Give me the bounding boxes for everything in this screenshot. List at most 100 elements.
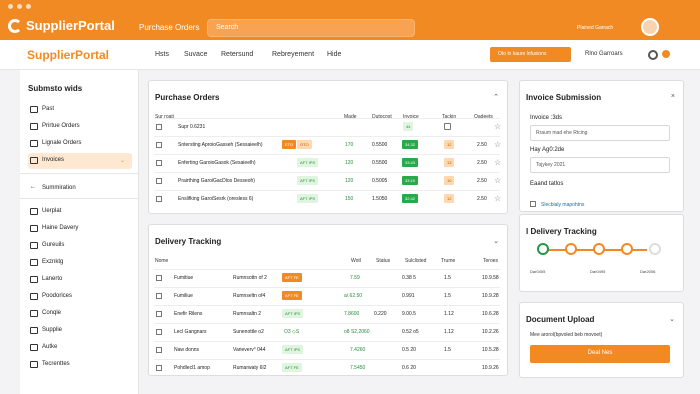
table-row[interactable]: Enferting GaroioGasok (Sesaieelh) AFT IPS… — [154, 154, 501, 171]
star-icon[interactable]: ☆ — [494, 140, 501, 149]
table-row[interactable]: Pohdlecl1 amop Rumarwaty 6l2 AFT FE 7.5450 0… — [154, 359, 500, 376]
table-row[interactable]: Prairthing GaroiGacDlos Desseoh) AFT IPS 1… — [154, 172, 501, 189]
row-checkbox[interactable] — [156, 311, 162, 317]
sidebar-item-invoices[interactable]: Invoices ⌄ — [28, 153, 132, 169]
row-checkbox[interactable] — [156, 142, 162, 148]
invoice-submission-title: Invoice Submission — [526, 93, 602, 102]
upload-button[interactable]: Deal Nes — [530, 345, 670, 363]
delivery-tracking-title: Delivery Tracking — [155, 237, 222, 246]
settings-icon — [30, 344, 38, 351]
table-row[interactable]: Naw donns Varieverv° 044 AFT IPS 7.4260 0.5 … — [154, 341, 500, 358]
sidebar-section-summiration[interactable]: ← Summiration — [28, 181, 132, 197]
sidebar-item-uerplat[interactable]: Uerplat — [28, 204, 132, 220]
orders-icon — [30, 123, 38, 130]
checkbox[interactable] — [530, 201, 536, 207]
row-checkbox[interactable] — [156, 293, 162, 299]
sidebar-item-poodorices[interactable]: Poodorices — [28, 289, 132, 305]
sidebar-item-tecrenttes[interactable]: Tecrenttes — [28, 357, 132, 373]
tracking-step[interactable] — [593, 243, 605, 255]
table-icon — [30, 361, 38, 368]
invoice-number-field[interactable]: Rraum mad ehe Rtcing — [530, 125, 670, 141]
sidebar-item-autke[interactable]: Autke — [28, 340, 132, 356]
chevron-down-icon[interactable]: ⌄ — [493, 237, 499, 245]
sidebar-item-signal-orders[interactable]: Lignale Orders — [28, 136, 132, 152]
column-sulclisted[interactable]: Sulclisted — [405, 258, 426, 264]
row-checkbox[interactable] — [156, 124, 162, 130]
date-field[interactable]: Tojykey 2021 — [530, 157, 670, 173]
purchase-orders-card: Purchase Orders ⌃ Sur roati Made Dutocost I… — [148, 80, 508, 214]
status-badge: AFT IPS — [297, 158, 319, 167]
supplier-portal-logo[interactable]: SupplierPortal — [8, 18, 115, 33]
row-checkbox[interactable] — [156, 329, 162, 335]
chart-icon — [30, 208, 38, 215]
tracking-step[interactable] — [621, 243, 633, 255]
table-row[interactable]: Enefir Rilens Rumnsaltn 2 AFT IPS 7.8600 0.2… — [154, 305, 500, 322]
sidebar-item-past[interactable]: Past — [28, 102, 132, 118]
star-icon[interactable]: ☆ — [494, 122, 501, 131]
search-input[interactable]: Search — [207, 19, 415, 37]
star-icon[interactable]: ☆ — [494, 176, 501, 185]
row-checkbox[interactable] — [156, 347, 162, 353]
sidebar-item-exznktg[interactable]: Exznktg — [28, 255, 132, 271]
sidebar-item-lanerto[interactable]: Lanerto — [28, 272, 132, 288]
sidebar-item-haine-davery[interactable]: Haine Davery — [28, 221, 132, 237]
column-wotl[interactable]: Wotl — [351, 258, 361, 264]
tracking-step[interactable] — [565, 243, 577, 255]
message-icon — [30, 310, 38, 317]
sidebar-item-gureuils[interactable]: Gureuils — [28, 238, 132, 254]
column-teroes[interactable]: Teroes — [483, 258, 498, 264]
users-icon — [30, 242, 38, 249]
invoice-value: 33.43 — [402, 158, 419, 167]
supplier-mappings-link[interactable]: Slecbialy mapohtns — [541, 202, 584, 208]
close-icon[interactable]: × — [671, 93, 675, 100]
nav-item-hide[interactable]: Hide — [327, 51, 341, 58]
sidebar-item-conqle[interactable]: Conqle — [28, 306, 132, 322]
row-checkbox[interactable] — [156, 178, 162, 184]
row-checkbox[interactable] — [156, 275, 162, 281]
sidebar-item-purchase-orders[interactable]: Prirtue Orders — [28, 119, 132, 135]
column-name[interactable]: Nome — [155, 258, 168, 264]
column-status[interactable]: Status — [376, 258, 390, 264]
new-submission-button[interactable]: Oto ln kaure lnfusions — [490, 47, 571, 62]
column-trume[interactable]: Trume — [441, 258, 455, 264]
avatar[interactable] — [641, 18, 659, 36]
document-upload-card: Document Upload ⌄ Mee arorol(bpvoled beb… — [519, 302, 684, 378]
tracking-step[interactable] — [537, 243, 549, 255]
row-checkbox[interactable] — [156, 160, 162, 166]
star-icon[interactable]: ☆ — [494, 158, 501, 167]
tracking-step[interactable] — [649, 243, 661, 255]
window-controls[interactable] — [8, 4, 31, 9]
table-row[interactable]: Supr 0.6231 44 ☆ — [154, 118, 501, 135]
tracking-value: 12 — [444, 140, 455, 149]
status-badge: ETO — [282, 140, 297, 149]
nav-item-hsts[interactable]: Hsts — [155, 51, 169, 58]
toolbar-user-menu[interactable]: Rlno Garroars — [585, 51, 623, 57]
table-row[interactable]: Sntersting AproioGasseh (Sessaieelh) ETO O… — [154, 136, 501, 153]
table-row[interactable]: Lecl Gangnars Sunenottle o2 O3 ◇S o8 S2,206… — [154, 323, 500, 340]
arrow-left-icon: ← — [30, 184, 36, 190]
secondary-logo[interactable]: SupplierPortal — [27, 48, 109, 62]
notification-icon[interactable] — [648, 50, 658, 60]
nav-item-rebreyement[interactable]: Rebreyement — [272, 51, 314, 58]
details-label: Eaand tatlos — [530, 181, 564, 187]
table-row[interactable]: Fumiliue Rumnseltn of4 AFT FE a/.62.50 0.991… — [154, 287, 500, 304]
hand-icon[interactable] — [444, 123, 451, 130]
upload-description: Mee arorol(bpvoled beb movoet) — [530, 332, 603, 338]
supplier-icon — [30, 327, 38, 334]
user-name[interactable]: Plained Garrach — [577, 25, 613, 31]
sidebar-item-supplie[interactable]: Supplie — [28, 323, 132, 339]
invoice-icon — [30, 157, 38, 164]
chevron-down-icon: ⌄ — [119, 158, 125, 164]
box-icon — [30, 259, 38, 266]
row-checkbox[interactable] — [156, 365, 162, 371]
nav-item-suvace[interactable]: Suvace — [184, 51, 207, 58]
status-badge: OTO — [297, 140, 312, 149]
chevron-down-icon[interactable]: ⌄ — [669, 315, 675, 323]
table-row[interactable]: Fumitiue Rumnsottn of 2 AFT FE 7.59 0.38 5 1.… — [154, 269, 500, 286]
chevron-up-icon[interactable]: ⌃ — [493, 93, 499, 101]
row-checkbox[interactable] — [156, 196, 162, 202]
table-row[interactable]: Enslifking GaroiSesrk (oresless 6) AFT IP… — [154, 190, 501, 207]
tracking-date-label: Dar2006 — [640, 269, 656, 274]
nav-item-retersund[interactable]: Retersund — [221, 51, 253, 58]
star-icon[interactable]: ☆ — [494, 194, 501, 203]
